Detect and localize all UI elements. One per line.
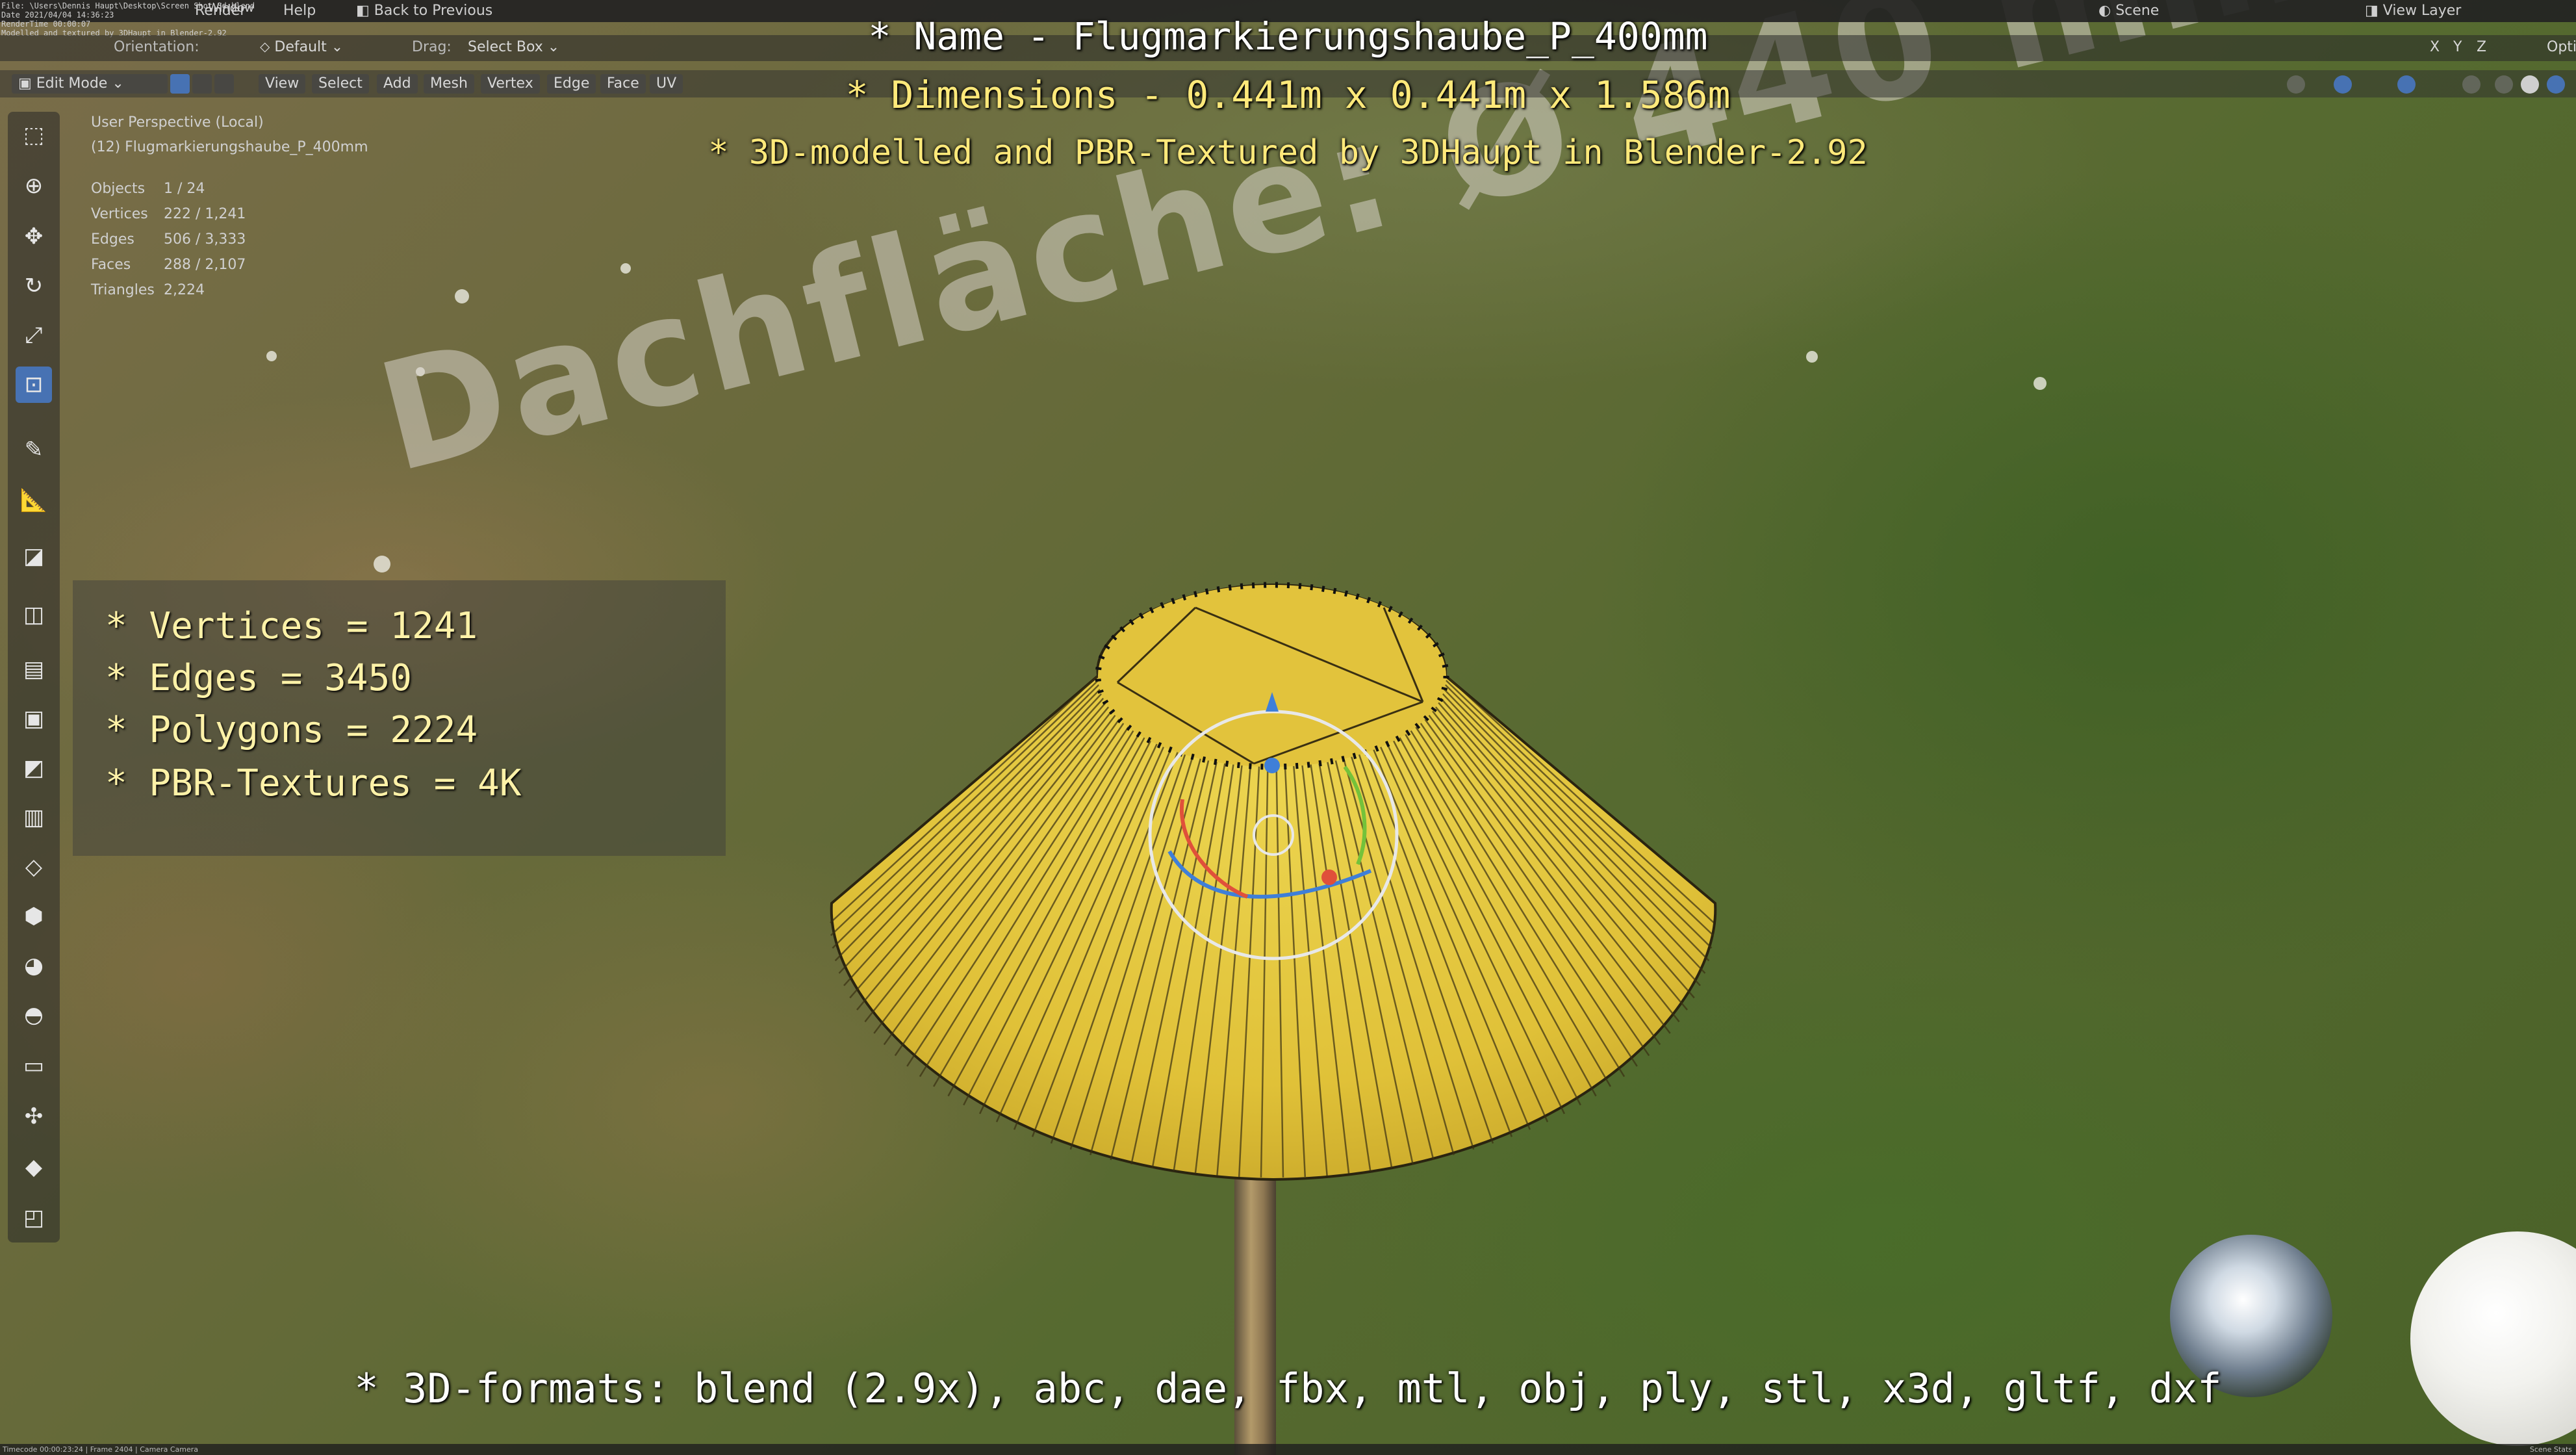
edge-slide-icon[interactable]: ◓ xyxy=(16,997,52,1033)
spec-polygons: * Polygons = 2224 xyxy=(105,709,478,751)
to-sphere-icon[interactable]: ◰ xyxy=(16,1200,52,1236)
add-cube-icon[interactable]: ◪ xyxy=(16,538,52,574)
scene-statistics: Objects 1 / 24 Vertices 222 / 1,241 Edges 5… xyxy=(91,181,246,307)
poly-build-icon[interactable]: ◇ xyxy=(16,849,52,885)
overlay-dimensions-line: * Dimensions - 0.441m x 0.441m x 1.586m xyxy=(845,73,1731,117)
shrink-fatten-icon[interactable]: ▭ xyxy=(16,1048,52,1084)
stat-faces: Faces 288 / 2,107 xyxy=(91,257,246,282)
stat-value: 506 / 3,333 xyxy=(164,231,246,248)
stat-key: Edges xyxy=(91,231,134,248)
stat-vertices: Vertices 222 / 1,241 xyxy=(91,206,246,231)
move-icon[interactable]: ✥ xyxy=(16,218,52,255)
smooth-icon[interactable]: ◕ xyxy=(16,947,52,984)
knife-icon[interactable]: ▥ xyxy=(16,799,52,836)
spec-textures: * PBR-Textures = 4K xyxy=(105,762,522,805)
stat-edges: Edges 506 / 3,333 xyxy=(91,231,246,257)
stat-value: 288 / 2,107 xyxy=(164,257,246,273)
stat-key: Objects xyxy=(91,181,146,197)
stat-value: 2,224 xyxy=(164,282,205,298)
spec-edges: * Edges = 3450 xyxy=(105,657,413,699)
status-right-text: Scene Stats xyxy=(2529,1445,2572,1454)
stat-value: 1 / 24 xyxy=(164,181,205,197)
transform-icon[interactable]: ⊡ xyxy=(16,367,52,403)
extrude-icon[interactable]: ◫ xyxy=(16,597,52,633)
pole xyxy=(1234,1170,1276,1455)
spin-icon[interactable]: ⬢ xyxy=(16,898,52,934)
cursor-icon[interactable]: ⊕ xyxy=(16,168,52,204)
inset-icon[interactable]: ▤ xyxy=(16,651,52,688)
menu-window[interactable]: Window xyxy=(208,1,254,15)
stat-key: Faces xyxy=(91,257,131,273)
spec-panel: * Vertices = 1241 * Edges = 3450 * Polyg… xyxy=(73,580,726,856)
status-left-text: Timecode 00:00:23:24 | Frame 2404 | Came… xyxy=(3,1445,199,1454)
tool-shelf: ⬚ ⊕ ✥ ↻ ⤢ ⊡ ✎ 📐 ◪ ◫ ▤ ▣ ◩ ▥ ◇ ⬢ ◕ ◓ ▭ ✣ … xyxy=(8,112,60,1243)
status-bar: Timecode 00:00:23:24 | Frame 2404 | Came… xyxy=(0,1444,2576,1455)
stat-value: 222 / 1,241 xyxy=(164,206,246,222)
bevel-icon[interactable]: ▣ xyxy=(16,701,52,737)
overlay-author-line: * 3D-modelled and PBR-Textured by 3DHaup… xyxy=(708,133,1868,172)
rotate-icon[interactable]: ↻ xyxy=(16,268,52,304)
spec-vertices: * Vertices = 1241 xyxy=(105,605,478,647)
stat-triangles: Triangles 2,224 xyxy=(91,282,246,307)
annotate-icon[interactable]: ✎ xyxy=(16,431,52,468)
stat-objects: Objects 1 / 24 xyxy=(91,181,246,206)
rip-icon[interactable]: ◆ xyxy=(16,1149,52,1185)
measure-icon[interactable]: 📐 xyxy=(16,482,52,519)
loop-cut-icon[interactable]: ◩ xyxy=(16,750,52,786)
shear-icon[interactable]: ✣ xyxy=(16,1098,52,1135)
stat-key: Triangles xyxy=(91,282,155,298)
overlay-name-line: * Name - Flugmarkierungshaube_P_400mm xyxy=(868,14,1708,58)
stat-key: Vertices xyxy=(91,206,148,222)
overlay-formats-line: * 3D-formats: blend (2.9x), abc, dae, fb… xyxy=(354,1365,2222,1412)
cone-top-face xyxy=(1095,582,1449,770)
scale-icon[interactable]: ⤢ xyxy=(16,317,52,354)
